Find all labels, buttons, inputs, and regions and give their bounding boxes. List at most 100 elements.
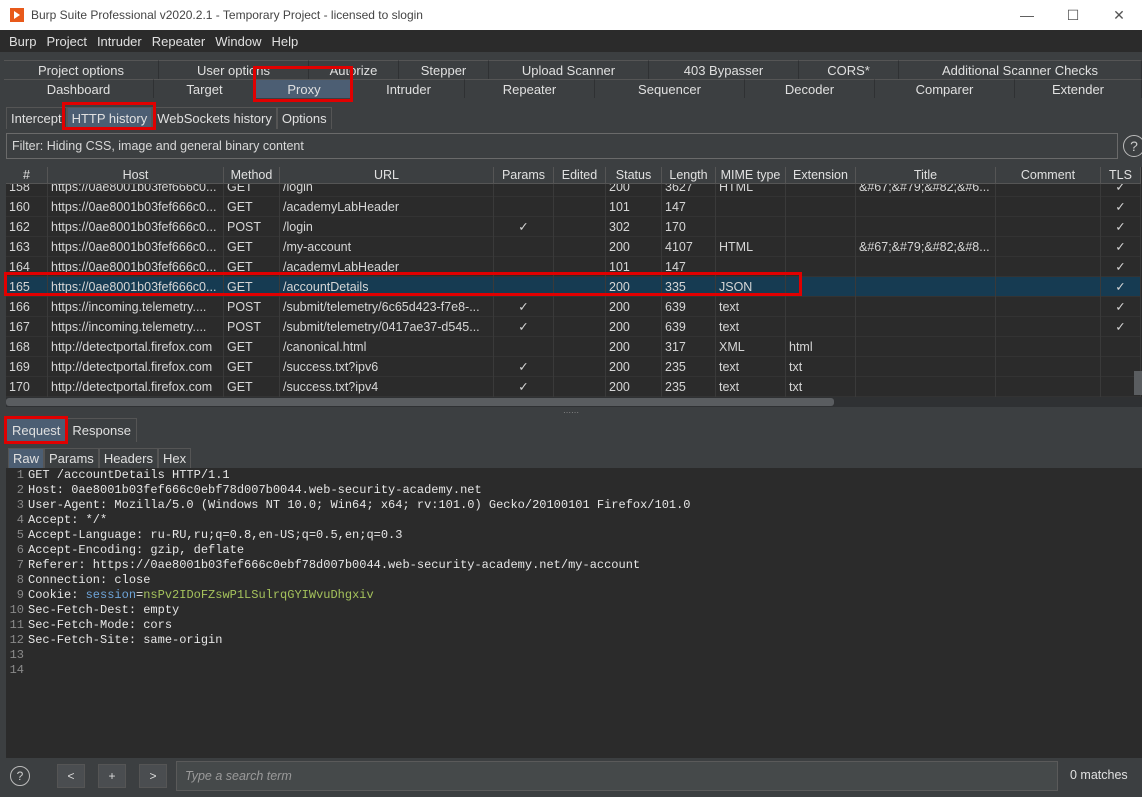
request-line: 4 Accept: */* [6, 513, 1142, 528]
column-header-title[interactable]: Title [856, 167, 996, 184]
tab-user-options[interactable]: User options [159, 60, 309, 79]
column-header-status[interactable]: Status [606, 167, 662, 184]
tab-upload-scanner[interactable]: Upload Scanner [489, 60, 649, 79]
menu-intruder[interactable]: Intruder [92, 34, 147, 49]
tab-cors[interactable]: CORS* [799, 60, 899, 79]
cell-url: /academyLabHeader [280, 257, 494, 277]
tab-403-bypasser[interactable]: 403 Bypasser [649, 60, 799, 79]
cell-edited [554, 197, 606, 217]
table-row[interactable]: 162 https://0ae8001b03fef666c0... POST/log… [6, 217, 1141, 237]
cell-length: 235 [662, 377, 716, 397]
tab-proxy-options[interactable]: Options [276, 107, 332, 129]
line-text: User-Agent: Mozilla/5.0 (Windows NT 10.0… [28, 498, 691, 512]
line-number: 7 [16, 558, 24, 572]
table-row[interactable]: 165 https://0ae8001b03fef666c0... GET/acco… [6, 277, 1141, 297]
cell-edited [554, 257, 606, 277]
table-row[interactable]: 164 https://0ae8001b03fef666c0... GET/acad… [6, 257, 1141, 277]
burp-logo-icon [10, 8, 24, 22]
table-row[interactable]: 160 https://0ae8001b03fef666c0... GET/acad… [6, 197, 1141, 217]
tab-comparer[interactable]: Comparer [875, 79, 1015, 98]
cell-host: https://0ae8001b03fef666c0... [48, 217, 224, 237]
tab-hex[interactable]: Hex [157, 448, 192, 468]
add-search-button[interactable]: + [98, 764, 126, 788]
previous-match-button[interactable]: < [57, 764, 85, 788]
table-horizontal-scrollbar[interactable] [6, 397, 1142, 407]
column-header-num[interactable]: # [6, 167, 48, 184]
tab-request[interactable]: Request [6, 418, 67, 442]
cell-num: 166 [6, 297, 48, 317]
cell-mime: text [716, 297, 786, 317]
pane-splitter[interactable]: ⋯⋯ [0, 408, 1142, 417]
tab-response[interactable]: Response [66, 418, 137, 442]
tab-websockets-history[interactable]: WebSockets history [152, 107, 277, 129]
column-header-length[interactable]: Length [662, 167, 716, 184]
tab-sequencer[interactable]: Sequencer [595, 79, 745, 98]
cell-ext: txt [786, 357, 856, 377]
proxy-subtabs: Intercept HTTP history WebSockets histor… [6, 107, 332, 129]
line-number: 10 [9, 603, 24, 617]
match-count: 0 matches [1070, 768, 1128, 782]
cell-ext [786, 237, 856, 257]
tab-raw[interactable]: Raw [8, 448, 45, 468]
cell-edited [554, 337, 606, 357]
table-vertical-scrollbar[interactable] [1134, 371, 1142, 395]
table-row[interactable]: 166 https://incoming.telemetry.... POST/su… [6, 297, 1141, 317]
table-row[interactable]: 170 http://detectportal.firefox.com GET/su… [6, 377, 1141, 397]
cell-ext [786, 317, 856, 337]
tab-proxy[interactable]: Proxy [256, 79, 353, 98]
tab-additional-scanner-checks[interactable]: Additional Scanner Checks [899, 60, 1142, 79]
column-header-host[interactable]: Host [48, 167, 224, 184]
tab-intruder[interactable]: Intruder [353, 79, 465, 98]
table-row[interactable]: 163 https://0ae8001b03fef666c0... GET/my-a… [6, 237, 1141, 257]
cell-url: /accountDetails [280, 277, 494, 297]
menu-burp[interactable]: Burp [4, 34, 41, 49]
menu-window[interactable]: Window [210, 34, 266, 49]
tab-params[interactable]: Params [44, 448, 99, 468]
tab-decoder[interactable]: Decoder [745, 79, 875, 98]
request-line: 12 Sec-Fetch-Site: same-origin [6, 633, 1142, 648]
table-row[interactable]: 169 http://detectportal.firefox.com GET/su… [6, 357, 1141, 377]
search-help-icon[interactable]: ? [10, 766, 30, 786]
menu-help[interactable]: Help [266, 34, 303, 49]
tab-stepper[interactable]: Stepper [399, 60, 489, 79]
column-header-method[interactable]: Method [224, 167, 280, 184]
cell-host: http://detectportal.firefox.com [48, 357, 224, 377]
tab-intercept[interactable]: Intercept [6, 107, 67, 129]
cell-edited [554, 377, 606, 397]
table-row[interactable]: 167 https://incoming.telemetry.... POST/su… [6, 317, 1141, 337]
column-header-mime[interactable]: MIME type [716, 167, 786, 184]
tab-extender[interactable]: Extender [1015, 79, 1142, 98]
column-header-tls[interactable]: TLS [1101, 167, 1141, 184]
request-editor[interactable]: 1 GET /accountDetails HTTP/1.1 2 Host: 0ae8… [6, 468, 1142, 758]
cell-title [856, 337, 996, 357]
tab-http-history[interactable]: HTTP history [66, 107, 153, 129]
cell-method: POST [224, 297, 280, 317]
tab-headers[interactable]: Headers [98, 448, 158, 468]
column-header-comment[interactable]: Comment [996, 167, 1101, 184]
tab-project-options[interactable]: Project options [4, 60, 159, 79]
filter-bar[interactable]: Filter: Hiding CSS, image and general bi… [6, 133, 1118, 159]
menu-project[interactable]: Project [41, 34, 91, 49]
close-button[interactable]: ✕ [1096, 0, 1142, 30]
column-header-url[interactable]: URL [280, 167, 494, 184]
help-icon[interactable]: ? [1123, 135, 1142, 157]
search-input[interactable]: Type a search term [176, 761, 1058, 791]
tab-target[interactable]: Target [154, 79, 256, 98]
column-header-params[interactable]: Params [494, 167, 554, 184]
line-number: 11 [9, 618, 24, 632]
column-header-ext[interactable]: Extension [786, 167, 856, 184]
line-text: Accept: */* [28, 513, 108, 527]
cell-method: GET [224, 337, 280, 357]
tab-repeater[interactable]: Repeater [465, 79, 595, 98]
tab-dashboard[interactable]: Dashboard [4, 79, 154, 98]
table-row[interactable]: 168 http://detectportal.firefox.com GET/ca… [6, 337, 1141, 357]
tab-autorize[interactable]: Autorize [309, 60, 399, 79]
maximize-button[interactable]: ☐ [1050, 0, 1096, 30]
column-header-edited[interactable]: Edited [554, 167, 606, 184]
next-match-button[interactable]: > [139, 764, 167, 788]
cell-params: ✓ [494, 377, 554, 397]
cell-length: 639 [662, 297, 716, 317]
minimize-button[interactable]: — [1004, 0, 1050, 30]
menu-repeater[interactable]: Repeater [147, 34, 210, 49]
horizontal-scroll-thumb[interactable] [6, 398, 834, 406]
